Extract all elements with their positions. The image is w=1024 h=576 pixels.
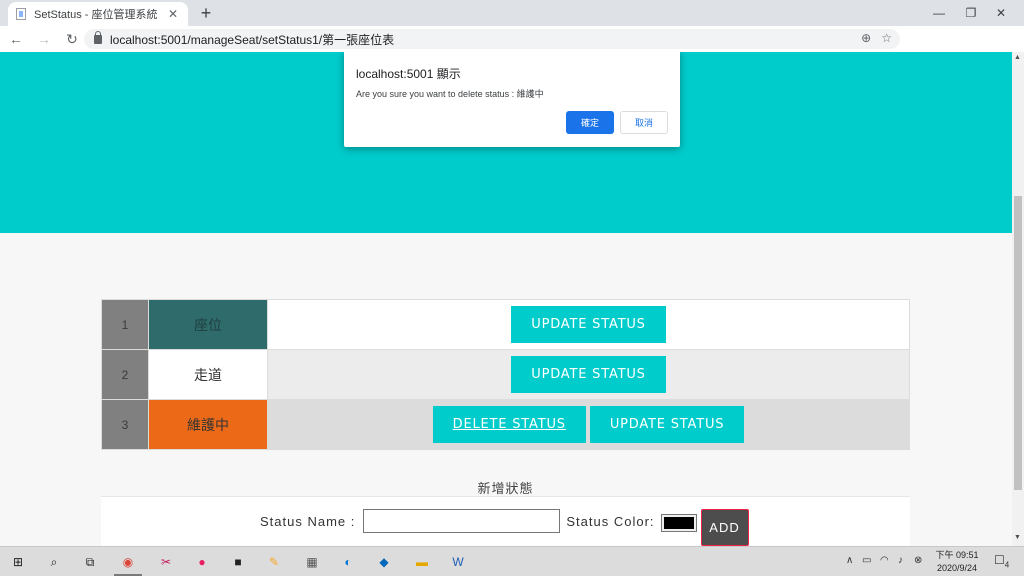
color-swatch bbox=[663, 517, 694, 529]
word-icon[interactable]: W bbox=[448, 552, 468, 572]
windows-start-icon[interactable]: ⊞ bbox=[8, 552, 28, 572]
calculator-icon[interactable]: ▦ bbox=[302, 552, 322, 572]
status-table: 1 座位 UPDATE STATUS 2 走道 UPDATE STATUS 3 維護中 DELE… bbox=[101, 299, 910, 450]
wifi-icon[interactable]: ◠ bbox=[880, 555, 889, 566]
status-name-cell: 走道 bbox=[148, 349, 268, 400]
paint-drop-icon[interactable]: ● bbox=[192, 552, 212, 572]
sticky-notes-icon[interactable]: ■ bbox=[228, 552, 248, 572]
tools-icon[interactable]: ✎ bbox=[264, 552, 284, 572]
status-number: 3 bbox=[101, 399, 149, 450]
status-row: 2 走道 UPDATE STATUS bbox=[101, 349, 910, 400]
scroll-down-icon[interactable]: ▼ bbox=[1014, 534, 1021, 541]
status-name-cell: 座位 bbox=[148, 299, 268, 350]
update-status-button[interactable]: UPDATE STATUS bbox=[511, 356, 666, 393]
dialog-message: Are you sure you want to delete status :… bbox=[356, 89, 544, 99]
clock-time: 下午 09:51 bbox=[935, 550, 979, 560]
notification-icon[interactable]: ☐4 bbox=[994, 553, 1009, 569]
windows-taskbar: ⊞ ⌕ ⧉ ◉ ✂ ● ■ ✎ ▦ ◐ ◆ ▬ W ∧ ▭ ◠ ♪ ⊗ 下午 0… bbox=[0, 546, 1024, 576]
bookmark-star-icon[interactable]: ☆ bbox=[881, 31, 892, 45]
close-window-button[interactable]: ✕ bbox=[978, 0, 1024, 26]
status-name-label: Status Name : bbox=[260, 514, 356, 529]
vscode-icon[interactable]: ◆ bbox=[374, 552, 394, 572]
status-name-cell: 維護中 bbox=[148, 399, 268, 450]
edge-icon[interactable]: ◐ bbox=[338, 552, 358, 572]
page-favicon-icon bbox=[16, 8, 26, 20]
status-color-label: Status Color: bbox=[566, 514, 655, 529]
tab-title: SetStatus - 座位管理系統 bbox=[34, 9, 158, 21]
address-bar[interactable]: localhost:5001/manageSeat/setStatus1/第一張… bbox=[84, 29, 900, 49]
status-row: 1 座位 UPDATE STATUS bbox=[101, 299, 910, 350]
tray-chevron-icon[interactable]: ∧ bbox=[846, 555, 853, 566]
new-tab-button[interactable]: + bbox=[196, 3, 216, 24]
page-viewport: 1 座位 UPDATE STATUS 2 走道 UPDATE STATUS 3 維護中 DELE… bbox=[0, 52, 1012, 546]
scroll-up-icon[interactable]: ▲ bbox=[1014, 54, 1021, 61]
scroll-thumb[interactable] bbox=[1014, 196, 1022, 490]
task-view-icon[interactable]: ⧉ bbox=[80, 552, 100, 572]
clock-date: 2020/9/24 bbox=[936, 563, 978, 573]
volume-icon[interactable]: ♪ bbox=[898, 555, 903, 566]
lock-icon bbox=[94, 30, 102, 44]
reload-icon[interactable]: ↻ bbox=[60, 31, 84, 48]
browser-toolbar: ← → ↻ localhost:5001/manageSeat/setStatu… bbox=[0, 26, 1024, 74]
confirm-dialog: localhost:5001 顯示 Are you sure you want … bbox=[344, 52, 680, 147]
status-name-input[interactable] bbox=[363, 509, 561, 533]
ime-icon[interactable]: ⊗ bbox=[914, 555, 922, 566]
page-scrollbar[interactable]: ▲ ▼ bbox=[1012, 52, 1024, 546]
snipping-tool-icon[interactable]: ✂ bbox=[156, 552, 176, 572]
chrome-icon[interactable]: ◉ bbox=[118, 552, 138, 572]
forward-arrow-icon[interactable]: → bbox=[32, 31, 56, 47]
url-text: localhost:5001/manageSeat/setStatus1/第一張… bbox=[110, 32, 395, 47]
tab-close-icon[interactable]: ✕ bbox=[166, 7, 180, 21]
status-color-picker[interactable] bbox=[660, 514, 697, 532]
status-number: 2 bbox=[101, 349, 149, 400]
status-number: 1 bbox=[101, 299, 149, 350]
add-button[interactable]: ADD bbox=[700, 509, 749, 546]
search-icon[interactable]: ⌕ bbox=[44, 552, 64, 572]
update-status-button[interactable]: UPDATE STATUS bbox=[511, 306, 666, 343]
dialog-cancel-button[interactable]: 取消 bbox=[620, 111, 668, 134]
browser-tab[interactable]: SetStatus - 座位管理系統 ✕ bbox=[8, 2, 188, 26]
status-actions: UPDATE STATUS bbox=[267, 349, 910, 400]
file-explorer-icon[interactable]: ▬ bbox=[412, 552, 432, 572]
delete-status-button[interactable]: DELETE STATUS bbox=[432, 406, 586, 443]
tab-strip: SetStatus - 座位管理系統 ✕ + — ❐ ✕ bbox=[0, 0, 1024, 26]
update-status-button[interactable]: UPDATE STATUS bbox=[589, 406, 745, 443]
battery-icon[interactable]: ▭ bbox=[862, 555, 871, 566]
dialog-ok-button[interactable]: 確定 bbox=[566, 111, 614, 134]
zoom-icon[interactable]: ⊕ bbox=[861, 31, 871, 45]
back-arrow-icon[interactable]: ← bbox=[4, 31, 28, 47]
status-row: 3 維護中 DELETE STATUS UPDATE STATUS bbox=[101, 399, 910, 450]
notification-count: 4 bbox=[1004, 560, 1010, 570]
status-actions: UPDATE STATUS bbox=[267, 299, 910, 350]
add-status-form: Status Name : Status Color: ADD bbox=[101, 496, 910, 546]
add-status-heading: 新增狀態 bbox=[477, 481, 534, 496]
system-clock[interactable]: 下午 09:51 2020/9/24 bbox=[932, 549, 982, 575]
dialog-title: localhost:5001 顯示 bbox=[356, 67, 461, 81]
status-actions: DELETE STATUS UPDATE STATUS bbox=[267, 399, 910, 450]
